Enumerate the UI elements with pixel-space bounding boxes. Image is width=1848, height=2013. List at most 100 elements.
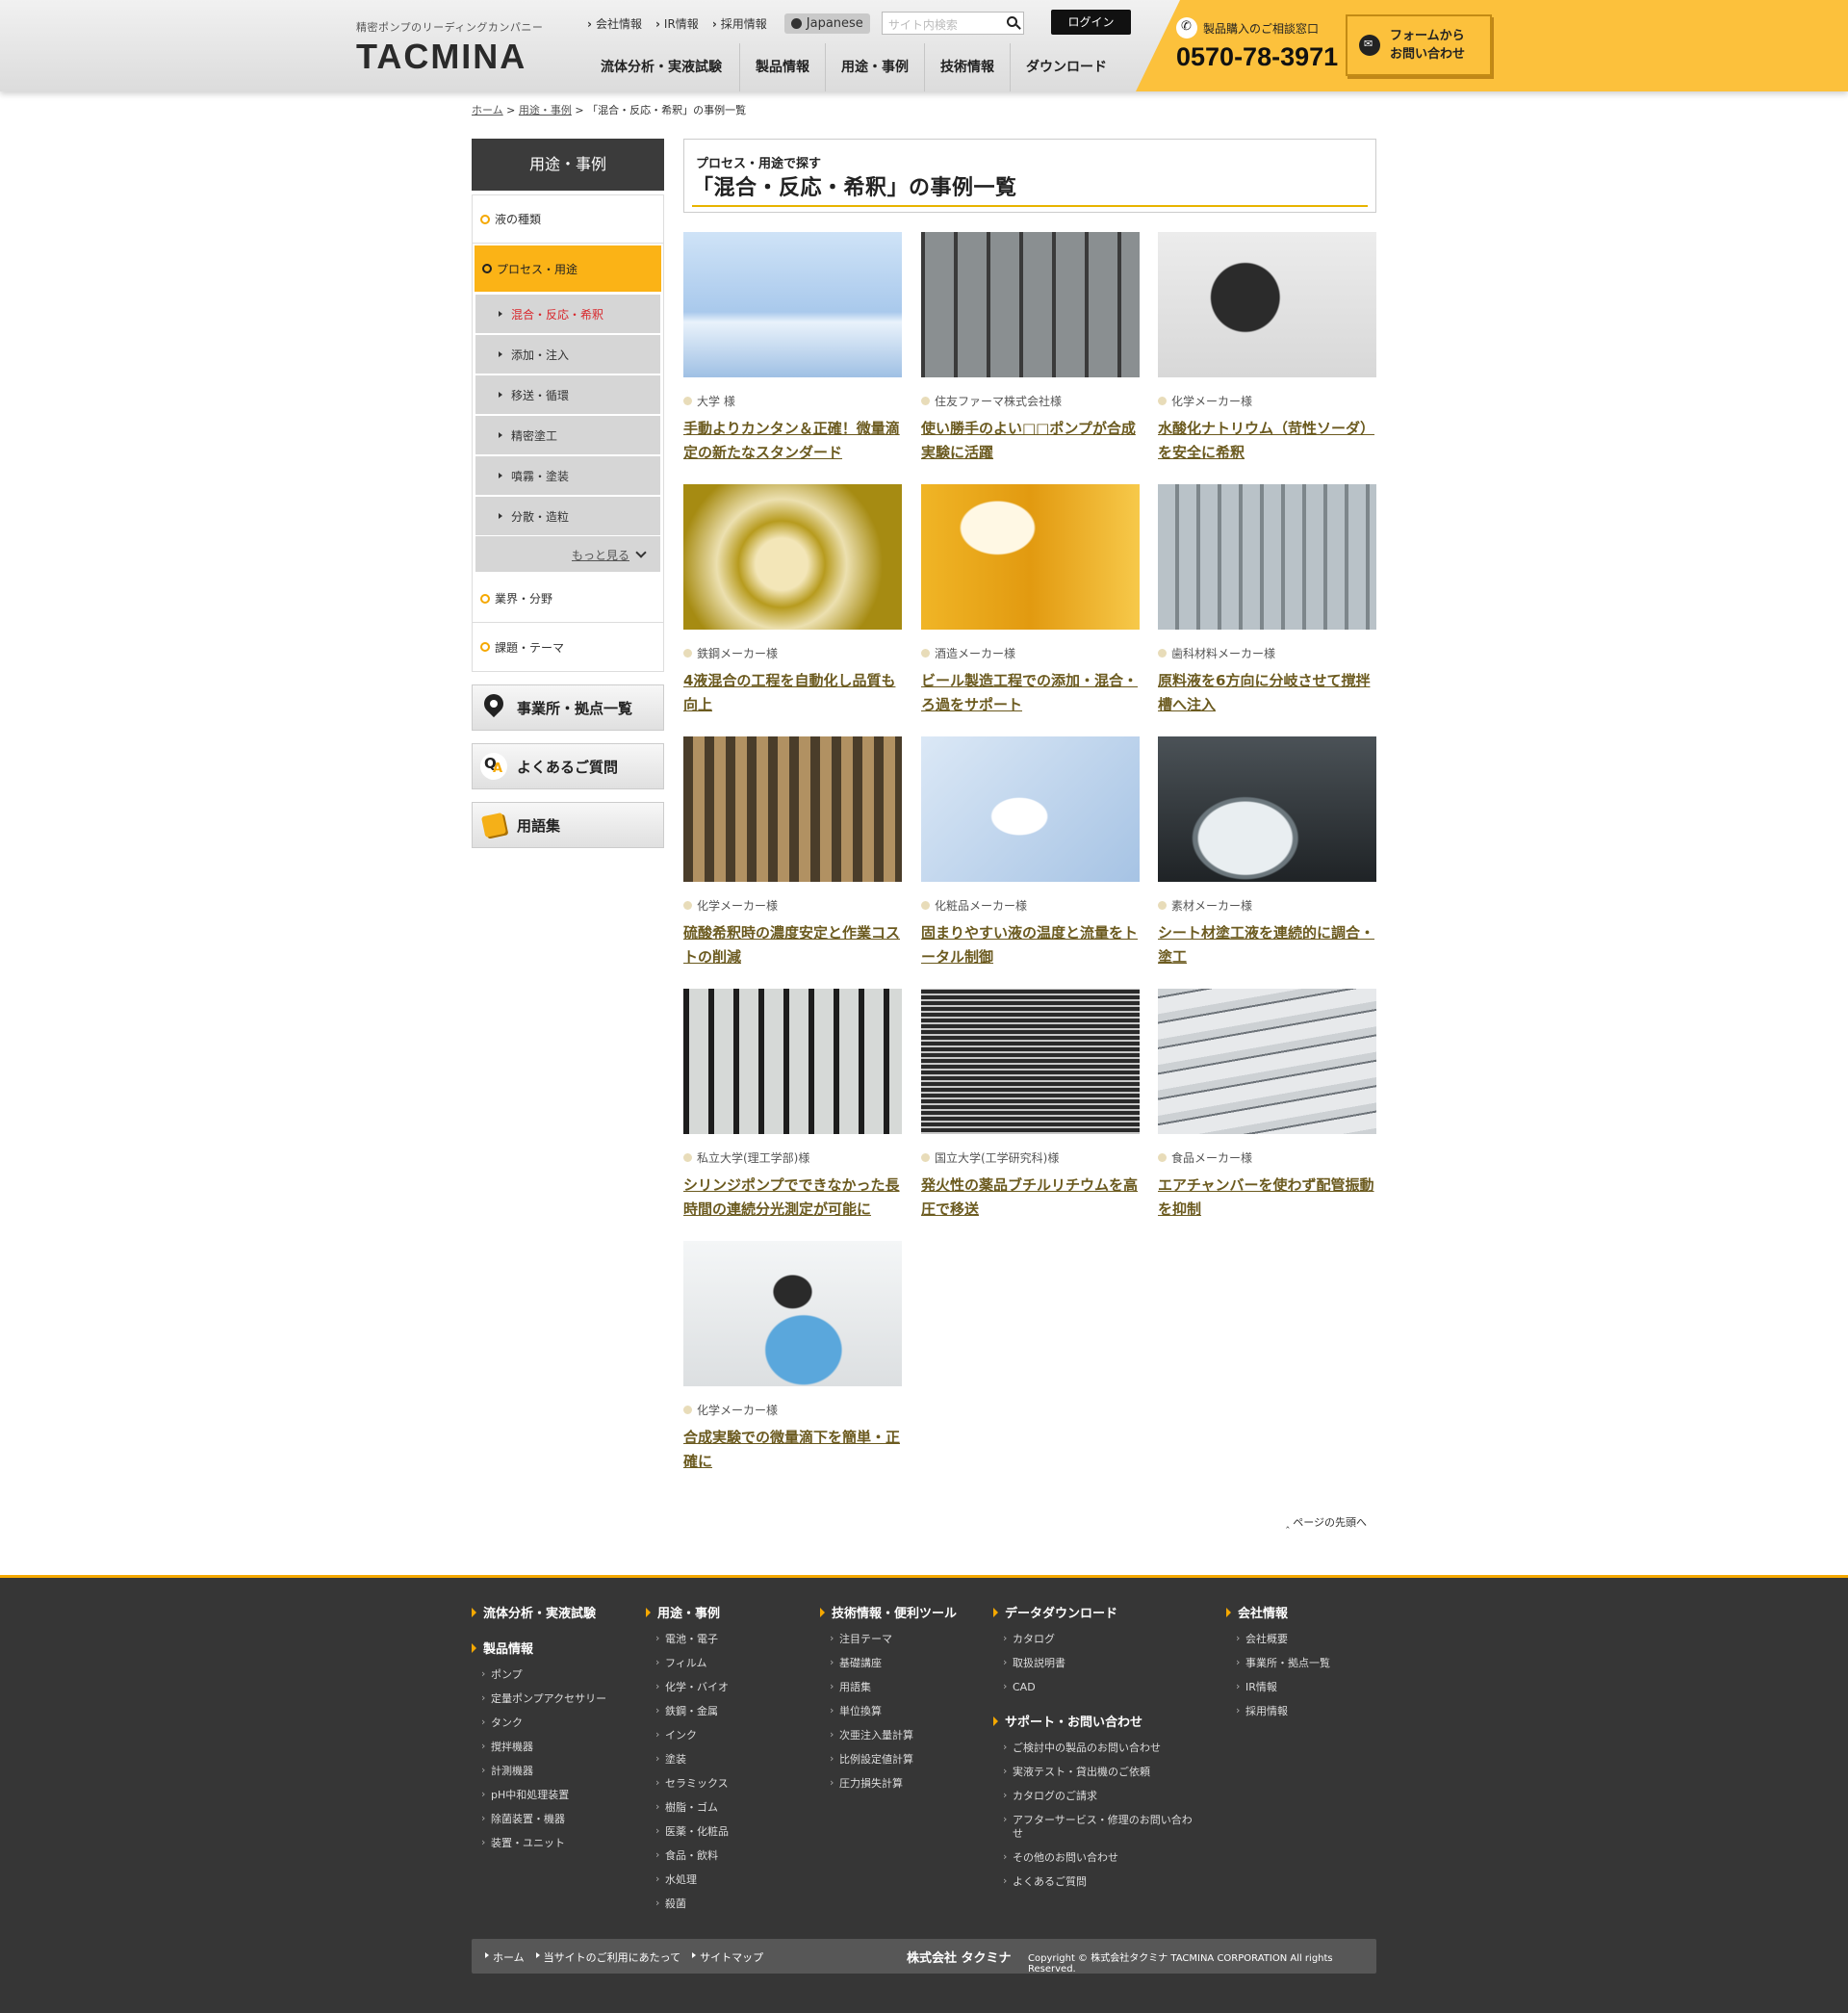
case-thumbnail[interactable] bbox=[683, 484, 902, 630]
footer-link[interactable]: 電池・電子 bbox=[655, 1632, 809, 1646]
footer-heading[interactable]: 流体分析・実液試験 bbox=[472, 1603, 635, 1621]
case-card[interactable]: 鉄鋼メーカー様 4液混合の工程を自動化し品質も向上 bbox=[683, 484, 902, 717]
footer-link[interactable]: よくあるご質問 bbox=[1003, 1874, 1195, 1889]
footer-link[interactable]: カタログのご請求 bbox=[1003, 1789, 1195, 1803]
footer-link[interactable]: 比例設定値計算 bbox=[830, 1752, 993, 1767]
nav-item-analysis[interactable]: 流体分析・実液試験 bbox=[572, 43, 739, 91]
case-title-link[interactable]: 硫酸希釈時の濃度安定と作業コストの削減 bbox=[683, 921, 902, 969]
glossary-button[interactable]: 用語集 bbox=[472, 802, 664, 848]
sidebar-subitem-dosing[interactable]: 添加・注入 bbox=[473, 334, 663, 374]
footer-link[interactable]: その他のお問い合わせ bbox=[1003, 1850, 1195, 1865]
nav-item-tech[interactable]: 技術情報 bbox=[924, 43, 1010, 91]
footer-link[interactable]: 食品・飲料 bbox=[655, 1848, 809, 1863]
case-title-link[interactable]: シート材塗工液を連続的に調合・塗工 bbox=[1158, 921, 1376, 969]
logo[interactable]: 精密ポンプのリーディングカンパニー TACMINA bbox=[356, 19, 543, 77]
footer-link[interactable]: セラミックス bbox=[655, 1776, 809, 1791]
case-title-link[interactable]: 原料液を6方向に分岐させて撹拌槽へ注入 bbox=[1158, 669, 1376, 717]
search-input[interactable]: サイト内検索 bbox=[881, 12, 1024, 35]
case-thumbnail[interactable] bbox=[921, 989, 1140, 1134]
sidebar-subitem-dispersion[interactable]: 分散・造粒 bbox=[473, 496, 663, 536]
sidebar-item-process[interactable]: プロセス・用途 bbox=[473, 244, 663, 294]
footer-link[interactable]: インク bbox=[655, 1728, 809, 1742]
faq-button[interactable]: よくあるご質問 bbox=[472, 743, 664, 789]
footer-link[interactable]: 樹脂・ゴム bbox=[655, 1800, 809, 1815]
case-title-link[interactable]: シリンジポンプでできなかった長時間の連続分光測定が可能に bbox=[683, 1174, 902, 1222]
offices-button[interactable]: 事業所・拠点一覧 bbox=[472, 684, 664, 731]
login-button[interactable]: ログイン bbox=[1051, 10, 1131, 35]
tel-number[interactable]: 0570-78-3971 bbox=[1176, 42, 1338, 72]
footer-link[interactable]: 次亜注入量計算 bbox=[830, 1728, 993, 1742]
case-title-link[interactable]: エアチャンバーを使わず配管振動を抑制 bbox=[1158, 1174, 1376, 1222]
util-link-ir[interactable]: IR情報 bbox=[655, 15, 699, 32]
footer-link[interactable]: 取扱説明書 bbox=[1003, 1656, 1195, 1670]
sidebar-subitem-coating[interactable]: 精密塗工 bbox=[473, 415, 663, 455]
footer-link[interactable]: IR情報 bbox=[1236, 1680, 1371, 1694]
footer-heading[interactable]: 製品情報 bbox=[472, 1639, 635, 1657]
footer-link[interactable]: ポンプ bbox=[481, 1667, 635, 1682]
footer-link[interactable]: 除菌装置・機器 bbox=[481, 1812, 635, 1826]
footer-link[interactable]: CAD bbox=[1003, 1680, 1195, 1694]
case-thumbnail[interactable] bbox=[683, 736, 902, 882]
footer-link[interactable]: pH中和処理装置 bbox=[481, 1788, 635, 1802]
footer-link[interactable]: 水処理 bbox=[655, 1872, 809, 1887]
sidebar-item-liquid-type[interactable]: 液の種類 bbox=[473, 195, 663, 244]
footer-heading[interactable]: 技術情報・便利ツール bbox=[820, 1603, 993, 1621]
footer-link[interactable]: 医薬・化粧品 bbox=[655, 1824, 809, 1839]
case-card[interactable]: 素材メーカー様 シート材塗工液を連続的に調合・塗工 bbox=[1158, 736, 1376, 969]
case-title-link[interactable]: 手動よりカンタン＆正確！微量滴定の新たなスタンダード bbox=[683, 417, 902, 465]
nav-item-cases[interactable]: 用途・事例 bbox=[825, 43, 924, 91]
case-thumbnail[interactable] bbox=[683, 989, 902, 1134]
footer-link[interactable]: 塗装 bbox=[655, 1752, 809, 1767]
sidebar-subitem-transfer[interactable]: 移送・循環 bbox=[473, 374, 663, 415]
footer-link[interactable]: カタログ bbox=[1003, 1632, 1195, 1646]
footer-link[interactable]: タンク bbox=[481, 1716, 635, 1730]
nav-item-products[interactable]: 製品情報 bbox=[739, 43, 825, 91]
case-title-link[interactable]: 固まりやすい液の温度と流量をトータル制御 bbox=[921, 921, 1140, 969]
case-thumbnail[interactable] bbox=[683, 232, 902, 377]
footer-link[interactable]: 撹拌機器 bbox=[481, 1740, 635, 1754]
language-selector[interactable]: Japanese bbox=[783, 13, 870, 34]
case-title-link[interactable]: 合成実験での微量滴下を簡単・正確に bbox=[683, 1426, 902, 1474]
back-to-top-link[interactable]: ‸ ページの先頭へ bbox=[1286, 1514, 1367, 1530]
footer-link[interactable]: 用語集 bbox=[830, 1680, 993, 1694]
contact-form-button[interactable]: フォームから お問い合わせ bbox=[1346, 14, 1492, 76]
footer-bar-link-terms[interactable]: 当サイトのご利用にあたって bbox=[535, 1949, 680, 1965]
footer-heading[interactable]: サポート・お問い合わせ bbox=[993, 1712, 1195, 1730]
footer-heading[interactable]: 用途・事例 bbox=[646, 1603, 809, 1621]
footer-link[interactable]: 事業所・拠点一覧 bbox=[1236, 1656, 1371, 1670]
breadcrumb-parent[interactable]: 用途・事例 bbox=[519, 104, 572, 116]
case-card[interactable]: 国立大学(工学研究科)様 発火性の薬品ブチルリチウムを高圧で移送 bbox=[921, 989, 1140, 1222]
sidebar-item-theme[interactable]: 課題・テーマ bbox=[473, 623, 663, 671]
footer-link[interactable]: ご検討中の製品のお問い合わせ bbox=[1003, 1741, 1195, 1755]
footer-bar-link-sitemap[interactable]: サイトマップ bbox=[692, 1949, 763, 1965]
case-card[interactable]: 私立大学(理工学部)様 シリンジポンプでできなかった長時間の連続分光測定が可能に bbox=[683, 989, 902, 1222]
case-thumbnail[interactable] bbox=[1158, 736, 1376, 882]
case-card[interactable]: 食品メーカー様 エアチャンバーを使わず配管振動を抑制 bbox=[1158, 989, 1376, 1222]
footer-link[interactable]: 基礎講座 bbox=[830, 1656, 993, 1670]
case-thumbnail[interactable] bbox=[1158, 484, 1376, 630]
footer-link[interactable]: 殺菌 bbox=[655, 1897, 809, 1911]
more-link[interactable]: もっと見る bbox=[572, 549, 629, 562]
case-thumbnail[interactable] bbox=[1158, 232, 1376, 377]
case-card[interactable]: 化学メーカー様 水酸化ナトリウム（苛性ソーダ）を安全に希釈 bbox=[1158, 232, 1376, 465]
case-card[interactable]: 住友ファーマ株式会社様 使い勝手のよい□□ポンプが合成実験に活躍 bbox=[921, 232, 1140, 465]
footer-heading[interactable]: データダウンロード bbox=[993, 1603, 1195, 1621]
footer-link[interactable]: アフターサービス・修理のお問い合わせ bbox=[1003, 1813, 1195, 1841]
footer-link[interactable]: 装置・ユニット bbox=[481, 1836, 635, 1850]
case-card[interactable]: 酒造メーカー様 ビール製造工程での添加・混合・ろ過をサポート bbox=[921, 484, 1140, 717]
footer-bar-link-home[interactable]: ホーム bbox=[485, 1949, 525, 1965]
case-card[interactable]: 化学メーカー様 硫酸希釈時の濃度安定と作業コストの削減 bbox=[683, 736, 902, 969]
case-title-link[interactable]: ビール製造工程での添加・混合・ろ過をサポート bbox=[921, 669, 1140, 717]
case-card[interactable]: 化粧品メーカー様 固まりやすい液の温度と流量をトータル制御 bbox=[921, 736, 1140, 969]
footer-link[interactable]: 鉄鋼・金属 bbox=[655, 1704, 809, 1718]
footer-link[interactable]: 化学・バイオ bbox=[655, 1680, 809, 1694]
search-icon[interactable] bbox=[1006, 16, 1017, 27]
util-link-recruit[interactable]: 採用情報 bbox=[712, 15, 767, 32]
case-thumbnail[interactable] bbox=[921, 232, 1140, 377]
breadcrumb-home[interactable]: ホーム bbox=[472, 104, 503, 116]
sidebar-more[interactable]: もっと見る bbox=[473, 536, 663, 575]
footer-link[interactable]: 実液テスト・貸出機のご依頼 bbox=[1003, 1765, 1195, 1779]
sidebar-item-industry[interactable]: 業界・分野 bbox=[473, 575, 663, 623]
nav-item-download[interactable]: ダウンロード bbox=[1010, 43, 1122, 91]
case-thumbnail[interactable] bbox=[1158, 989, 1376, 1134]
